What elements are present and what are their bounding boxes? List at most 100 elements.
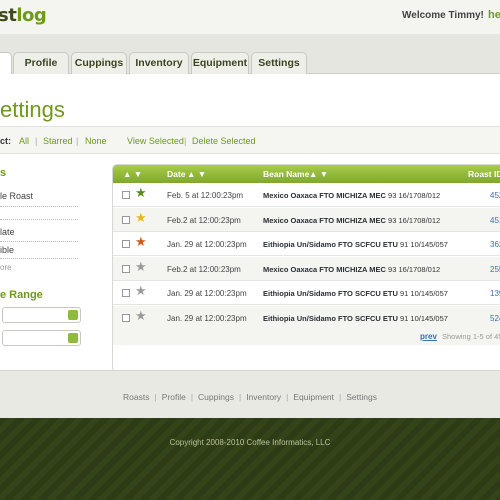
separator: | [190,392,194,402]
pagination-status: Showing 1-5 of 457 [442,332,500,341]
row-bean-name[interactable]: Eithiopia Un/Sidamo FTO SCFCU ETU 91 10/… [263,314,448,323]
sidebar-item-single-roast[interactable]: le Roast [0,191,33,201]
table-row[interactable]: ★ Jan. 29 at 12:00:23pm Eithiopia Un/Sidam… [113,281,500,305]
bean-code: 91 10/145/057 [399,289,448,298]
copyright: Copyright 2008-2010 Coffee Informatics, … [169,438,331,447]
prev-page-link[interactable]: prev [420,332,437,341]
delete-selected-link[interactable]: Delete Selected [192,136,256,146]
date-column-header[interactable]: Date [167,169,185,179]
row-checkbox[interactable] [122,313,130,322]
bean-name: Mexico Oaxaca FTO MICHIZA MEC [263,215,386,225]
footer-link-equipment[interactable]: Equipment [293,392,334,402]
tab-cuppings[interactable]: Cuppings [71,52,127,74]
sort-date-icon[interactable]: ▲ ▼ [187,169,206,179]
view-selected-link[interactable]: View Selected [127,136,184,146]
star-icon[interactable]: ★ [135,210,147,225]
calendar-icon[interactable] [68,310,78,320]
select-bar: ct: All | Starred | None View Selected |… [0,126,500,154]
separator: | [286,392,289,402]
row-date: Jan. 29 at 12:00:23pm [167,289,247,298]
star-icon[interactable]: ★ [135,308,147,323]
date-range-heading: e Range [0,289,43,301]
bean-name: Eithiopia Un/Sidamo FTO SCFCU ETU [263,313,398,323]
row-roast-id-link[interactable]: 451 [490,216,500,225]
separator: | [339,392,342,402]
row-bean-name[interactable]: Mexico Oaxaca FTO MICHIZA MEC 93 16/1708… [263,191,440,200]
footer-link-roasts[interactable]: Roasts [123,392,149,402]
bean-name: Eithiopia Un/Sidamo FTO SCFCU ETU [263,289,398,298]
row-checkbox[interactable] [122,191,130,199]
row-bean-name[interactable]: Mexico Oaxaca FTO MICHIZA MEC 93 16/1708… [263,216,440,225]
divider [0,219,78,220]
title-band [0,74,500,130]
tab-settings[interactable]: Settings [251,52,307,74]
help-link[interactable]: he [488,9,500,21]
sort-star-icon[interactable]: ▲ ▼ [123,169,142,179]
app-header: stlog Welcome Timmy! he [0,0,500,34]
table-row[interactable]: ★ Feb.2 at 12:00:23pm Mexico Oaxaca FTO MI… [113,256,500,281]
logo[interactable]: stlog [0,5,47,26]
row-bean-name[interactable]: Mexico Oaxaca FTO MICHIZA MEC 93 16/1708… [263,265,440,274]
footer-nav: Roasts | Profile | Cuppings | Inventory | Equipm… [0,392,500,402]
divider [0,258,78,259]
row-bean-name[interactable]: Eithiopia Un/Sidamo FTO SCFCU ETU 91 10/… [263,240,448,249]
logo-prefix: st [0,5,17,26]
footer-link-inventory[interactable]: Inventory [246,392,281,402]
bean-code: 93 16/1708/012 [388,191,441,200]
table-row[interactable]: ★ Feb.2 at 12:00:23pm Mexico Oaxaca FTO MI… [113,207,500,232]
row-checkbox[interactable] [122,240,130,248]
roast-id-column-header[interactable]: Roast ID [468,169,500,179]
star-icon[interactable]: ★ [135,235,147,249]
table-footer: prev Showing 1-5 of 457 [113,329,500,345]
star-icon[interactable]: ★ [135,186,147,200]
footer-link-cuppings[interactable]: Cuppings [198,392,234,402]
welcome-text: Welcome Timmy! [402,10,484,21]
footer [0,418,500,500]
footer-link-profile[interactable]: Profile [162,392,186,402]
star-icon[interactable]: ★ [135,259,147,274]
select-all-link[interactable]: All [19,136,29,146]
sidebar-item-visible[interactable]: ible [0,245,14,255]
tab-equipment[interactable]: Equipment [191,52,249,74]
sidebar-heading: s [0,167,7,179]
footer-link-settings[interactable]: Settings [346,392,377,402]
bean-code: 93 16/1708/012 [388,215,441,225]
separator: | [238,392,242,402]
sidebar-item-template[interactable]: late [0,227,15,237]
sidebar-more-link[interactable]: ore [0,263,12,272]
select-starred-link[interactable]: Starred [43,136,73,146]
row-roast-id-link[interactable]: 139 [490,289,500,298]
table-row[interactable]: ★ Feb. 5 at 12:00:23pm Mexico Oaxaca FTO M… [113,183,500,207]
calendar-icon[interactable] [68,333,78,343]
date-to-input[interactable] [2,330,81,346]
bean-name: Eithiopia Un/Sidamo FTO SCFCU ETU [263,240,398,249]
tab-profile[interactable]: Profile [13,52,69,74]
bean-name: Mexico Oaxaca FTO MICHIZA MEC [263,264,386,274]
sort-bean-icon[interactable]: ▲ ▼ [309,169,328,179]
row-bean-name[interactable]: Eithiopia Un/Sidamo FTO SCFCU ETU 91 10/… [263,289,448,298]
row-roast-id-link[interactable]: 452 [490,191,500,200]
row-checkbox[interactable] [122,215,130,224]
row-checkbox[interactable] [122,289,130,297]
row-checkbox[interactable] [122,264,130,273]
bean-code: 91 10/145/057 [399,313,448,323]
bean-name-column-header[interactable]: Bean Name [263,169,309,179]
star-icon[interactable]: ★ [135,284,147,298]
table-row[interactable]: ★ Jan. 29 at 12:00:23pm Eithiopia Un/Sidam… [113,232,500,256]
separator: | [154,392,157,402]
row-roast-id-link[interactable]: 255 [490,265,500,274]
row-roast-id-link[interactable]: 362 [490,240,500,249]
row-roast-id-link[interactable]: 524 [490,314,500,323]
separator: | [76,136,79,146]
select-none-link[interactable]: None [85,136,107,146]
tab-inventory[interactable]: Inventory [129,52,189,74]
divider [0,206,78,207]
row-date: Feb.2 at 12:00:23pm [167,215,241,225]
date-from-input[interactable] [2,307,81,323]
logo-suffix: log [16,5,47,26]
table-row[interactable]: ★ Jan. 29 at 12:00:23pm Eithiopia Un/Sidam… [113,305,500,330]
bean-code: 91 10/145/057 [399,240,448,249]
roasts-table: ▲ ▼ Date ▲ ▼ Bean Name ▲ ▼ Roast ID ★ Feb… [112,164,500,372]
tab-roasts[interactable] [0,52,12,75]
page-title: ettings [0,97,65,122]
